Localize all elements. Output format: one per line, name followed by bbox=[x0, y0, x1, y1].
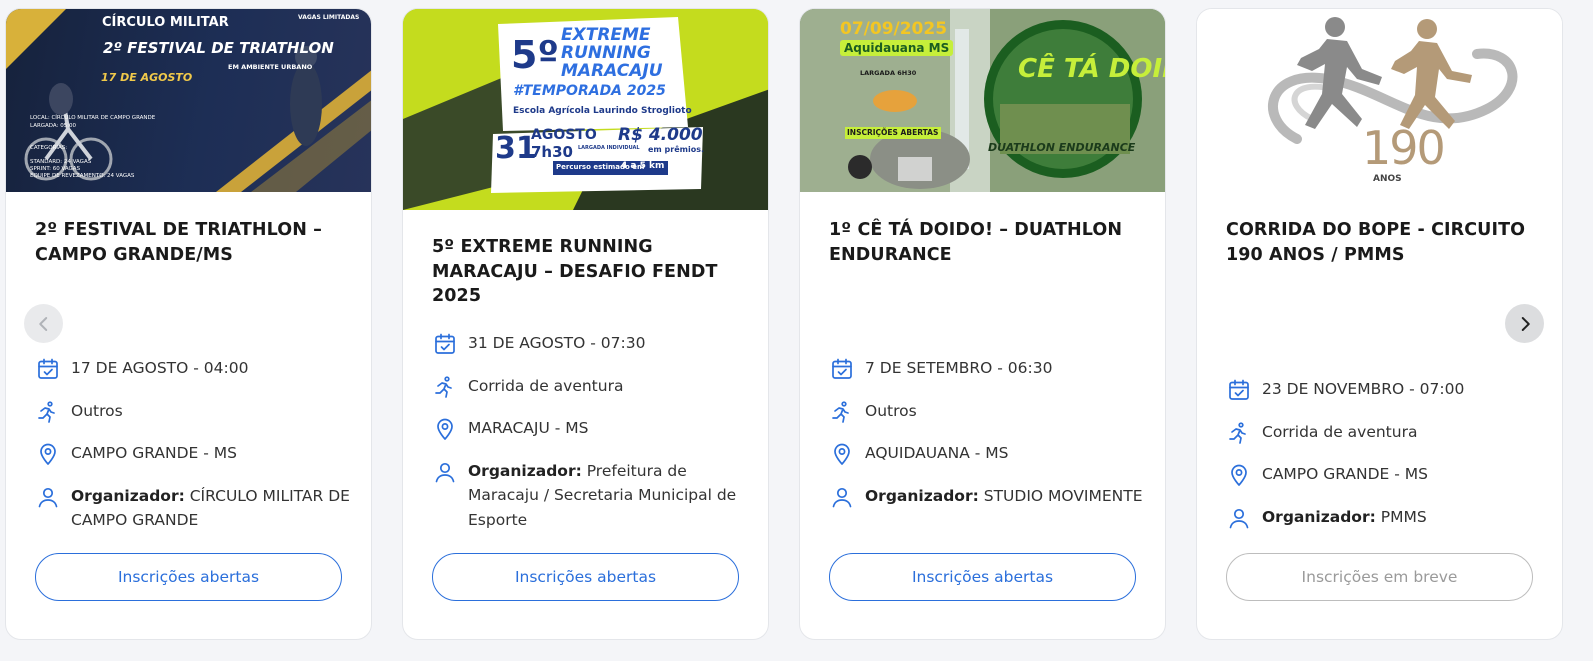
event-date: 23 DE NOVEMBRO - 07:00 bbox=[1226, 377, 1542, 403]
banner-date: 07/09/2025 bbox=[840, 19, 948, 39]
event-sport: Outros bbox=[829, 399, 1145, 425]
banner-number: 5º bbox=[511, 33, 559, 77]
banner-tag: VAGAS LIMITADAS bbox=[298, 14, 360, 21]
banner-sub: EM AMBIENTE URBANO bbox=[228, 63, 313, 71]
event-location: CAMPO GRANDE - MS bbox=[1226, 462, 1542, 488]
runner-icon bbox=[1226, 420, 1252, 446]
banner-cat2: SPRINT: 60 VAGAS bbox=[30, 166, 81, 172]
carousel-next-button[interactable] bbox=[1505, 304, 1544, 343]
banner-month: AGOSTO bbox=[531, 127, 597, 143]
event-banner[interactable]: 190 ANOS bbox=[1197, 9, 1562, 192]
event-title[interactable]: CORRIDA DO BOPE - CIRCUITO 190 ANOS / PM… bbox=[1226, 218, 1533, 267]
event-card[interactable]: 5º EXTREME RUNNING MARACAJU #TEMPORADA 2… bbox=[402, 8, 769, 640]
banner-cat3: EQUIPE DE REVEZAMENTO: 24 VAGAS bbox=[30, 173, 135, 179]
event-date: 7 DE SETEMBRO - 06:30 bbox=[829, 356, 1145, 382]
banner-registrations: INSCRIÇÕES ABERTAS bbox=[847, 128, 939, 137]
banner-time: 7h30 bbox=[531, 143, 573, 161]
runner-icon bbox=[35, 399, 61, 425]
event-organizer: Organizador: STUDIO MOVIMENTE bbox=[829, 484, 1145, 510]
banner-categories: CATEGORIAS: bbox=[30, 145, 68, 151]
registration-button[interactable]: Inscrições abertas bbox=[432, 553, 739, 601]
user-icon bbox=[1226, 505, 1252, 531]
runner-icon bbox=[829, 399, 855, 425]
event-location: CAMPO GRANDE - MS bbox=[35, 441, 351, 467]
event-title[interactable]: 5º EXTREME RUNNING MARACAJU – DESAFIO FE… bbox=[432, 235, 739, 309]
calendar-icon bbox=[829, 356, 855, 382]
banner-event: DUATHLON ENDURANCE bbox=[988, 141, 1136, 154]
banner-top: CÍRCULO MILITAR bbox=[102, 15, 229, 30]
calendar-icon bbox=[1226, 377, 1252, 403]
banner-logo: CÊ TÁ DOIDO! bbox=[1018, 54, 1165, 84]
map-pin-icon bbox=[1226, 462, 1252, 488]
carousel-prev-button[interactable] bbox=[24, 304, 63, 343]
calendar-icon bbox=[35, 356, 61, 382]
banner-cat1: STANDARD: 24 VAGAS bbox=[30, 159, 92, 165]
event-banner[interactable]: CÍRCULO MILITAR VAGAS LIMITADAS 2º FESTI… bbox=[6, 9, 371, 192]
event-date: 17 DE AGOSTO - 04:00 bbox=[35, 356, 351, 382]
event-sport: Corrida de aventura bbox=[1226, 420, 1542, 446]
event-banner[interactable]: 07/09/2025 Aquidauana MS LARGADA 6H30 IN… bbox=[800, 9, 1165, 192]
banner-largada: LARGADA: 05:00 bbox=[30, 123, 77, 129]
map-pin-icon bbox=[829, 441, 855, 467]
user-icon bbox=[35, 484, 61, 510]
banner-number: 190 bbox=[1362, 121, 1446, 175]
event-location: MARACAJU - MS bbox=[432, 416, 748, 442]
banner-prize-sub: em prêmios. bbox=[648, 145, 705, 154]
banner-local: LOCAL: CÍRCULO MILITAR DE CAMPO GRANDE bbox=[30, 115, 156, 121]
registration-button[interactable]: Inscrições abertas bbox=[829, 553, 1136, 601]
user-icon bbox=[829, 484, 855, 510]
event-banner[interactable]: 5º EXTREME RUNNING MARACAJU #TEMPORADA 2… bbox=[403, 9, 768, 210]
banner-line2: RUNNING bbox=[561, 43, 651, 63]
event-organizer: Organizador: Prefeitura de Maracaju / Se… bbox=[432, 459, 748, 533]
banner-school: Escola Agrícola Laurindo Stroglioto bbox=[513, 106, 692, 116]
event-card[interactable]: 07/09/2025 Aquidauana MS LARGADA 6H30 IN… bbox=[799, 8, 1166, 640]
calendar-icon bbox=[432, 331, 458, 357]
banner-headline: 2º FESTIVAL DE TRIATHLON bbox=[103, 39, 334, 57]
banner-sub: ANOS bbox=[1373, 174, 1402, 184]
user-icon bbox=[432, 459, 458, 485]
map-pin-icon bbox=[35, 441, 61, 467]
banner-line1: EXTREME bbox=[561, 25, 651, 45]
banner-season: #TEMPORADA 2025 bbox=[513, 83, 666, 99]
map-pin-icon bbox=[432, 416, 458, 442]
banner-city: Aquidauana MS bbox=[840, 40, 954, 56]
banner-prize: R$ 4.000 bbox=[618, 125, 703, 145]
event-title[interactable]: 1º CÊ TÁ DOIDO! – DUATHLON ENDURANCE bbox=[829, 218, 1136, 267]
banner-line3: MARACAJU bbox=[561, 61, 663, 81]
banner-date: 17 DE AGOSTO bbox=[101, 71, 193, 84]
banner-km: 4 a 5 km bbox=[621, 161, 665, 171]
chevron-right-icon bbox=[1521, 316, 1530, 331]
registration-button[interactable]: Inscrições abertas bbox=[35, 553, 342, 601]
event-organizer: Organizador: PMMS bbox=[1226, 505, 1542, 531]
banner-start: LARGADA INDIVIDUAL bbox=[578, 145, 640, 151]
event-location: AQUIDAUANA - MS bbox=[829, 441, 1145, 467]
event-organizer: Organizador: CÍRCULO MILITAR DE CAMPO GR… bbox=[35, 484, 351, 533]
banner-start: LARGADA 6H30 bbox=[860, 69, 917, 77]
event-date: 31 DE AGOSTO - 07:30 bbox=[432, 331, 748, 357]
event-title[interactable]: 2º FESTIVAL DE TRIATHLON – CAMPO GRANDE/… bbox=[35, 218, 342, 267]
event-sport: Corrida de aventura bbox=[432, 374, 748, 400]
runner-icon bbox=[432, 374, 458, 400]
event-sport: Outros bbox=[35, 399, 351, 425]
chevron-left-icon bbox=[38, 316, 47, 331]
registration-soon-button[interactable]: Inscrições em breve bbox=[1226, 553, 1533, 601]
